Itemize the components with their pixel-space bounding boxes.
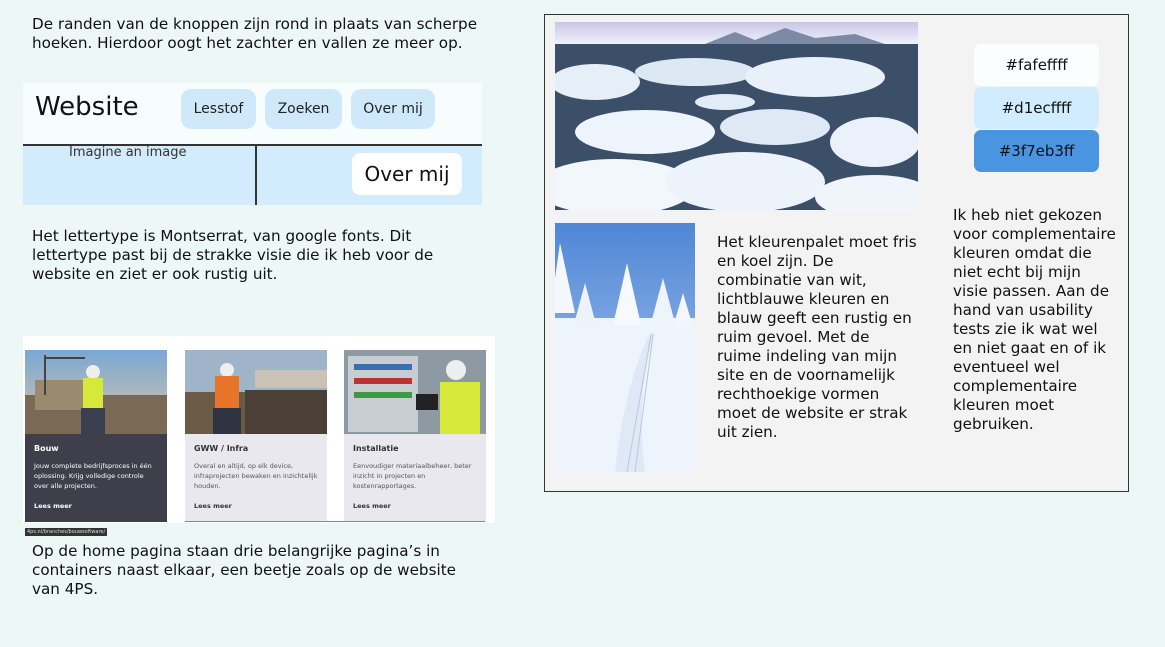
mockup-header: Website Lesstof Zoeken Over mij: [23, 83, 482, 146]
home-containers-text: Op de home pagina staan drie belangrijke…: [32, 542, 456, 598]
card-photo-installation: [344, 350, 486, 434]
swatch-blue: #3f7eb3ff: [974, 130, 1099, 172]
card-text: Eenvoudiger materiaalbeheer, beter inzic…: [353, 462, 472, 490]
card-photo-construction: [25, 350, 167, 434]
buttons-rounded-text: De randen van de knoppen zijn rond in pl…: [32, 15, 478, 52]
color-palette-panel: #fafeffff #d1ecffff #3f7eb3ff Het kleure…: [544, 14, 1129, 492]
card-link[interactable]: Lees meer: [353, 502, 391, 510]
card-photo-infra: [185, 350, 327, 434]
palette-description-text: Het kleurenpalet moet fris en koel zijn.…: [717, 233, 917, 441]
mockup-nav-lesstof[interactable]: Lesstof: [181, 89, 256, 129]
card-title: Bouw: [34, 444, 59, 453]
mockup-image-placeholder: Imagine an image: [69, 145, 187, 160]
mockup-divider: [255, 144, 257, 205]
mockup-logo: Website: [35, 92, 139, 122]
card-link[interactable]: Lees meer: [34, 502, 72, 510]
cards-divider: [185, 521, 485, 522]
cards-screenshot: Bouw Jouw complete bedrijfsproces in één…: [23, 336, 495, 536]
font-choice-text: Het lettertype is Montserrat, van google…: [32, 227, 434, 283]
sea-ice-photo: [555, 22, 918, 210]
swatch-light-blue: #d1ecffff: [974, 87, 1099, 129]
card-link[interactable]: Lees meer: [194, 502, 232, 510]
card-url: 4ps.nl/branches/bouwsoftware/: [25, 528, 108, 536]
card-title: GWW / Infra: [194, 444, 249, 453]
mockup-nav-zoeken[interactable]: Zoeken: [265, 89, 342, 129]
card-installatie[interactable]: Installatie Eenvoudiger materiaalbeheer,…: [344, 350, 486, 522]
snowy-trail-photo: [555, 223, 695, 472]
website-mockup: Website Lesstof Zoeken Over mij Imagine …: [23, 83, 482, 205]
card-text: Overal en altijd, op elk device, infrapr…: [194, 462, 318, 490]
complementary-note-text: Ik heb niet gekozen voor complementaire …: [953, 206, 1116, 433]
card-bouw[interactable]: Bouw Jouw complete bedrijfsproces in één…: [25, 350, 167, 536]
mockup-over-mij-button[interactable]: Over mij: [352, 153, 462, 195]
mockup-nav-over-mij[interactable]: Over mij: [351, 89, 435, 129]
swatch-white: #fafeffff: [974, 44, 1099, 86]
card-gww-infra[interactable]: GWW / Infra Overal en altijd, op elk dev…: [185, 350, 327, 522]
card-text: Jouw complete bedrijfsproces in één oplo…: [34, 462, 152, 490]
card-title: Installatie: [353, 444, 399, 453]
